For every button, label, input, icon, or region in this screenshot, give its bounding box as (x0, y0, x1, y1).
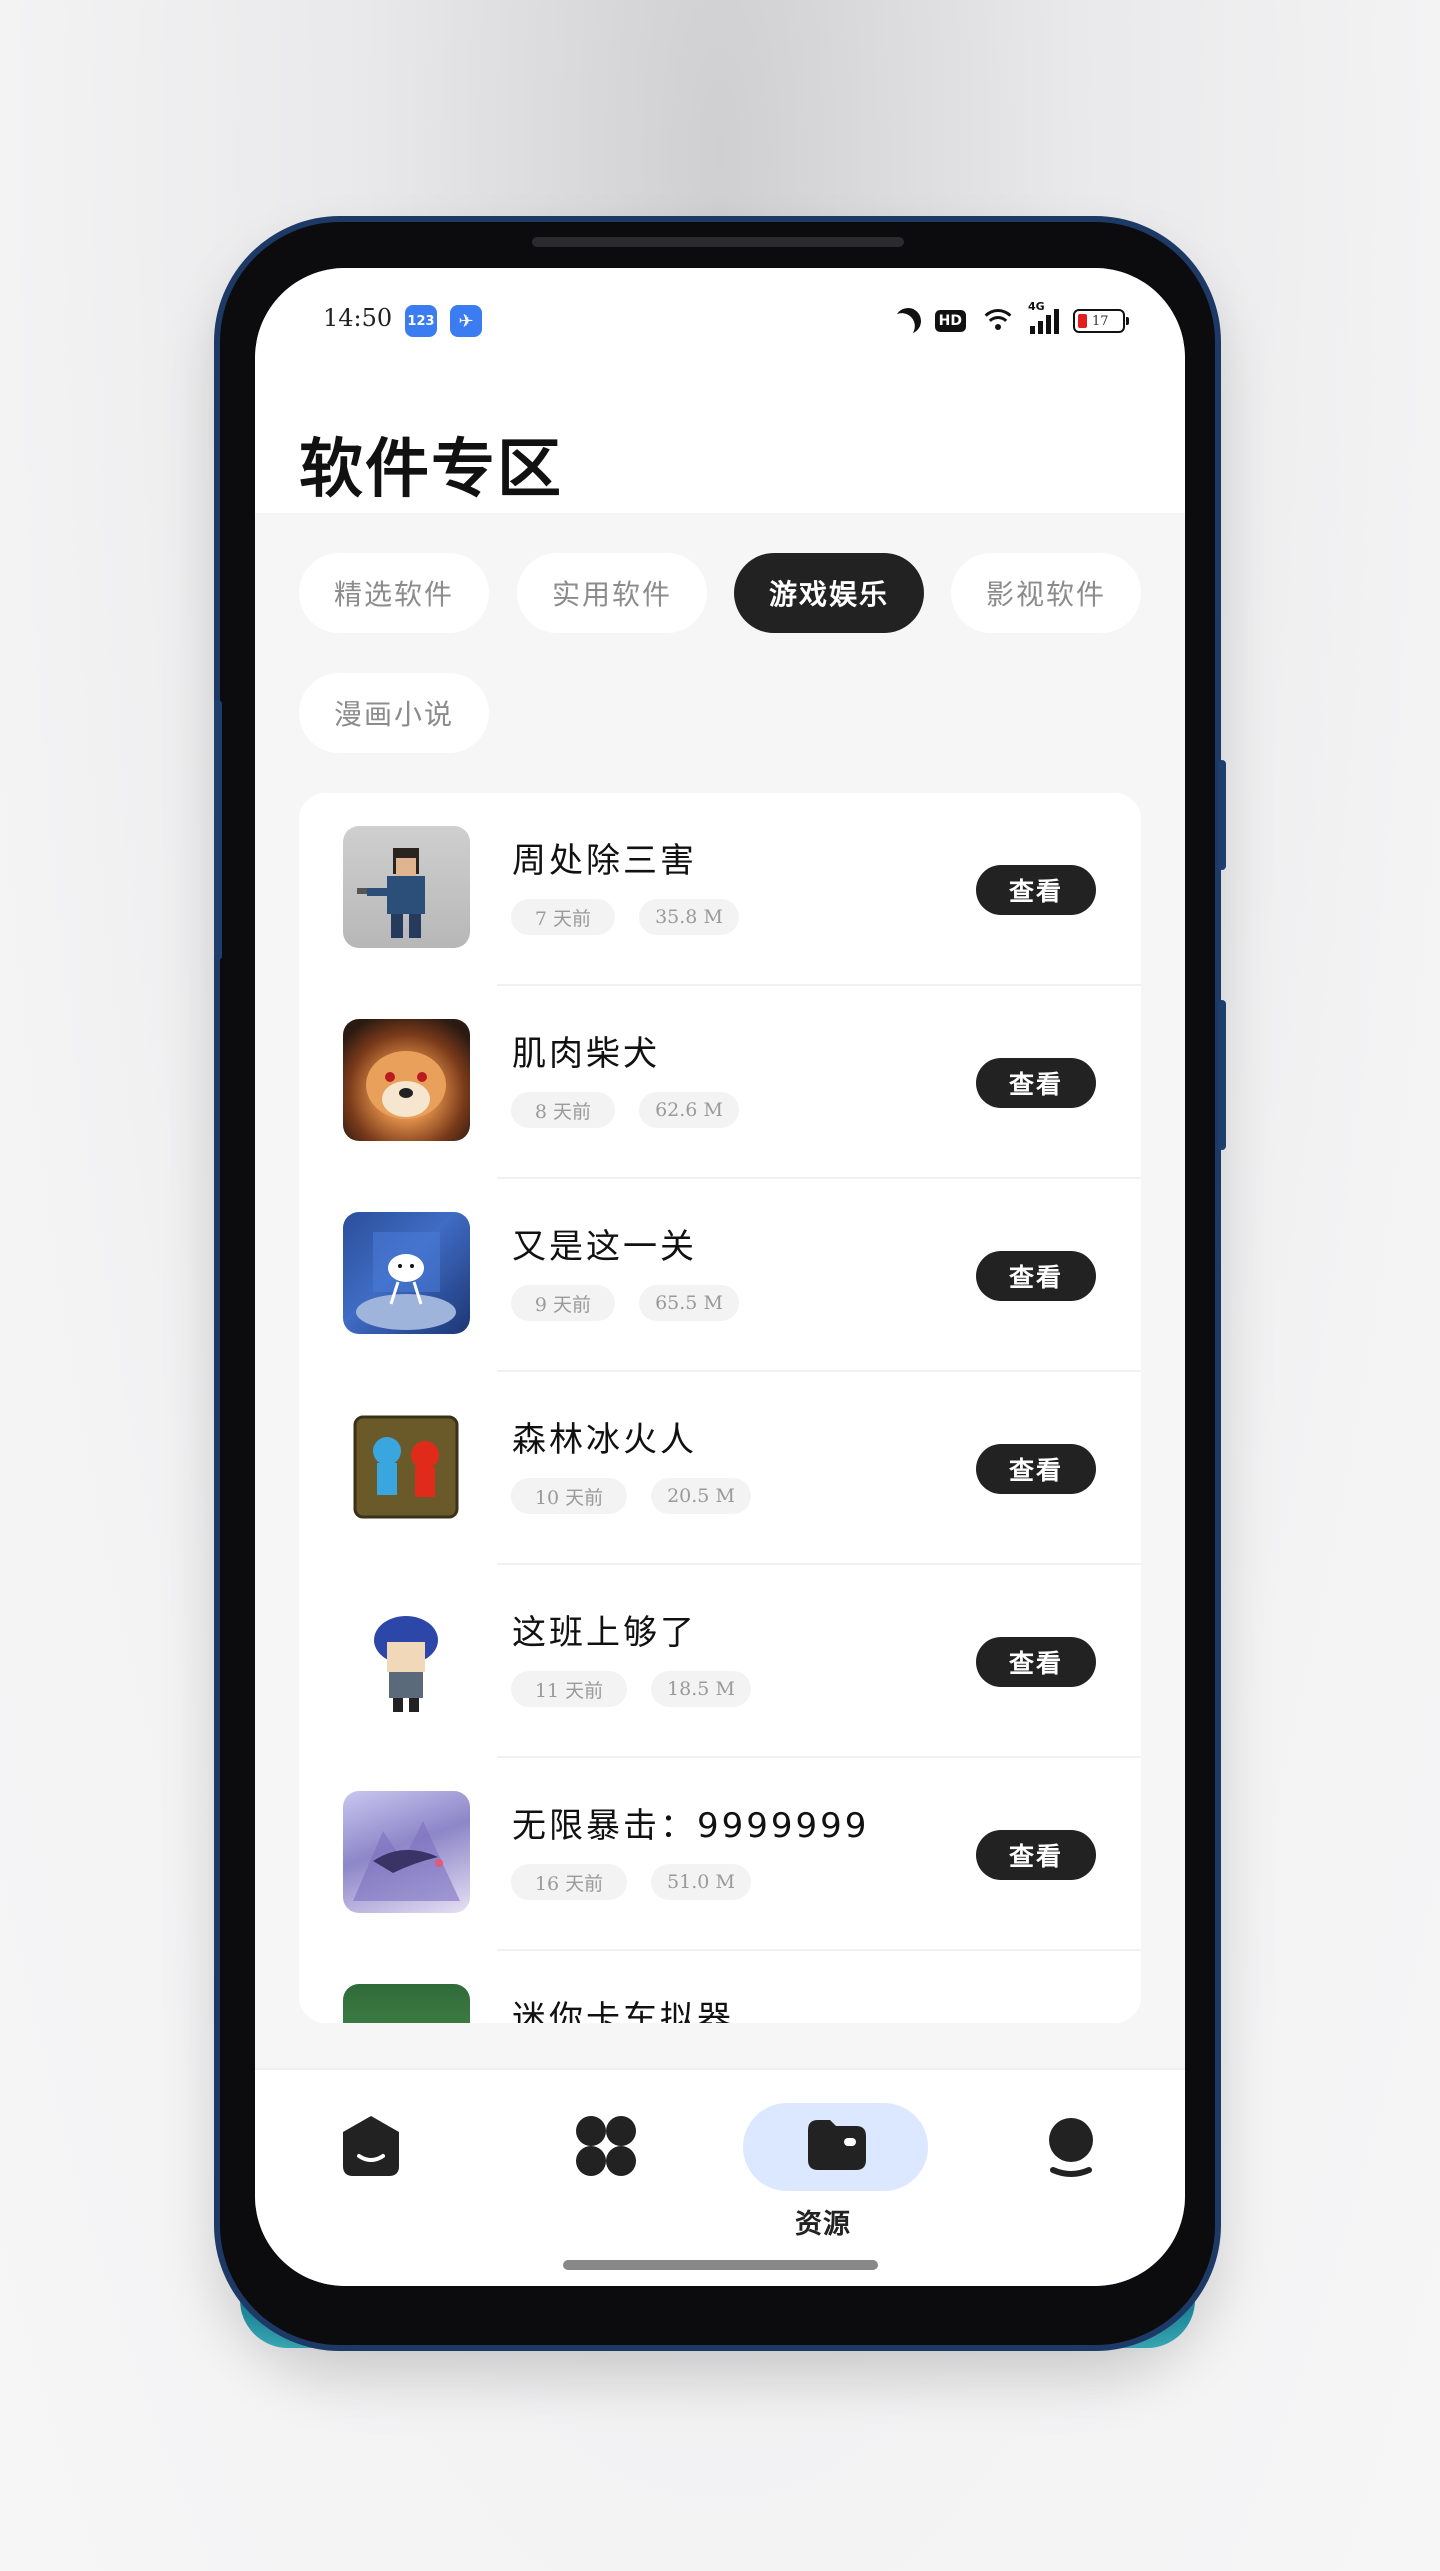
app-name: 肌肉柴犬 (512, 1034, 660, 1074)
nav-resources-label: 资源 (795, 2209, 851, 2240)
update-age: 7 天前 (511, 899, 615, 935)
status-time: 14:50 (323, 304, 393, 332)
app-123-icon: 123 (405, 305, 437, 337)
update-age: 10 天前 (511, 1478, 627, 1514)
volume-button (214, 700, 222, 960)
tab-featured[interactable]: 精选软件 (299, 553, 489, 633)
update-age: 8 天前 (511, 1092, 615, 1128)
file-size: 20.5 M (651, 1478, 751, 1514)
side-button (1218, 1000, 1226, 1150)
bottom-navigation: 资源 (255, 2068, 1185, 2286)
folder-icon (808, 2120, 866, 2170)
moon-icon (893, 306, 923, 336)
nav-apps[interactable] (570, 2110, 642, 2230)
app-list: 周处除三害 7 天前 35.8 M 查看 肌肉柴犬 8 天前 62.6 M 查看 (299, 793, 1141, 2023)
wifi-icon (979, 309, 1017, 333)
view-button[interactable]: 查看 (976, 1637, 1096, 1687)
app-thumbnail (343, 1212, 470, 1334)
view-button[interactable]: 查看 (976, 1830, 1096, 1880)
status-icons: HD 4G 17 (893, 300, 1129, 338)
hd-icon: HD (934, 310, 966, 332)
home-icon (343, 2116, 399, 2176)
app-name: 又是这一关 (512, 1227, 697, 1267)
app-name: 迷你卡车拟器 (512, 1999, 734, 2023)
app-thumbnail (343, 1984, 470, 2023)
nav-resources[interactable] (800, 2108, 872, 2188)
file-size: 62.6 M (639, 1092, 739, 1128)
view-button[interactable]: 查看 (976, 1444, 1096, 1494)
tab-games[interactable]: 游戏娱乐 (734, 553, 924, 633)
app-name: 周处除三害 (512, 841, 697, 881)
battery-level: 17 (1092, 313, 1109, 329)
status-bar: 14:50 123 ✈ HD 4G 17 (255, 268, 1185, 378)
update-age: 11 天前 (511, 1671, 627, 1707)
apps-icon (576, 2116, 636, 2176)
view-button[interactable]: 查看 (976, 1251, 1096, 1301)
nav-home[interactable] (335, 2110, 407, 2230)
earpiece-speaker (532, 237, 904, 247)
tab-utility[interactable]: 实用软件 (517, 553, 707, 633)
update-age: 9 天前 (511, 1285, 615, 1321)
update-age: 16 天前 (511, 1864, 627, 1900)
app-thumbnail (343, 1598, 470, 1720)
file-size: 18.5 M (651, 1671, 751, 1707)
app-name: 无限暴击：9999999 (512, 1806, 870, 1846)
app-thumbnail (343, 1791, 470, 1913)
page-header: 软件专区 (255, 378, 1185, 513)
tab-comics[interactable]: 漫画小说 (299, 673, 489, 753)
list-item[interactable]: 森林冰火人 10 天前 20.5 M 查看 (299, 1372, 1141, 1565)
app-thumbnail (343, 826, 470, 948)
file-size: 65.5 M (639, 1285, 739, 1321)
app-thumbnail (343, 1019, 470, 1141)
app-bird-icon: ✈ (450, 305, 482, 337)
list-item[interactable]: 这班上够了 11 天前 18.5 M 查看 (299, 1565, 1141, 1758)
view-button[interactable]: 查看 (976, 865, 1096, 915)
list-item[interactable]: 又是这一关 9 天前 65.5 M 查看 (299, 1179, 1141, 1372)
app-name: 森林冰火人 (512, 1420, 697, 1460)
battery-icon: 17 (1073, 309, 1129, 333)
list-item[interactable]: 迷你卡车拟器 (299, 1951, 1141, 2023)
file-size: 35.8 M (639, 899, 739, 935)
profile-icon (1049, 2118, 1093, 2177)
app-thumbnail (343, 1405, 470, 1527)
view-button[interactable]: 查看 (976, 1058, 1096, 1108)
tab-video[interactable]: 影视软件 (951, 553, 1141, 633)
nav-profile[interactable] (1035, 2110, 1107, 2230)
file-size: 51.0 M (651, 1864, 751, 1900)
app-name: 这班上够了 (512, 1613, 697, 1653)
list-item[interactable]: 肌肉柴犬 8 天前 62.6 M 查看 (299, 986, 1141, 1179)
home-indicator[interactable] (563, 2260, 878, 2270)
list-item[interactable]: 周处除三害 7 天前 35.8 M 查看 (299, 793, 1141, 986)
phone-screen: 14:50 123 ✈ HD 4G 17 软件专区 精选软件 实用软件 游戏娱乐… (255, 268, 1185, 2286)
list-item[interactable]: 无限暴击：9999999 16 天前 51.0 M 查看 (299, 1758, 1141, 1951)
page-title: 软件专区 (299, 433, 563, 507)
power-button (1218, 760, 1226, 870)
signal-icon: 4G (1028, 300, 1059, 334)
